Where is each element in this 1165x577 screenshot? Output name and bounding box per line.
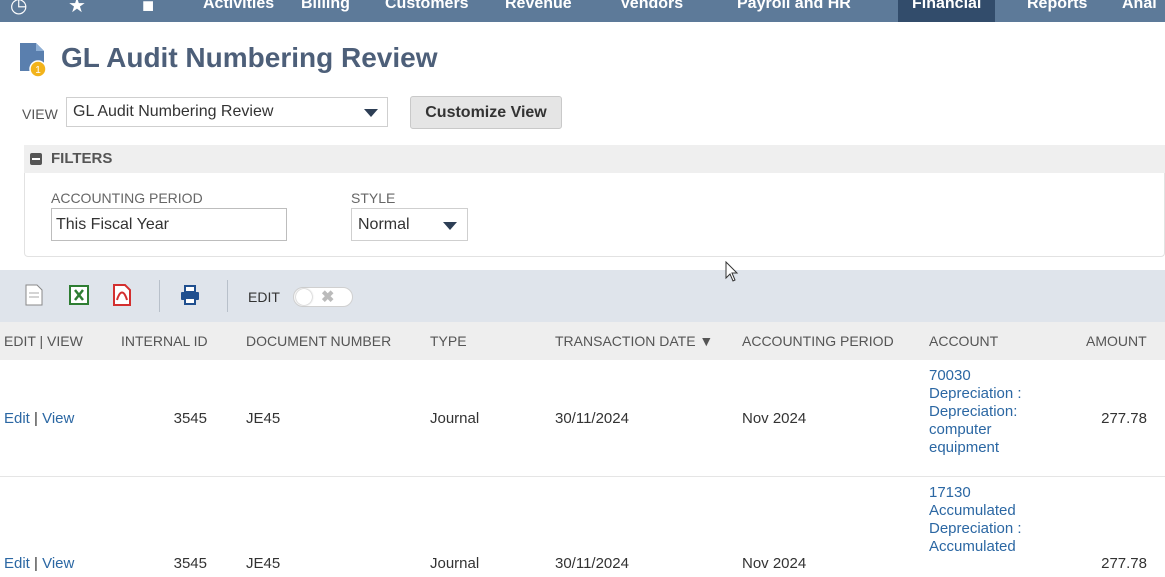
nav-item-billing[interactable]: Billing [301, 0, 350, 16]
view-link[interactable]: View [42, 555, 74, 572]
table-row: Edit | View 3545 JE45 Journal 30/11/2024… [0, 360, 1165, 477]
column-header-edit-view: EDIT | VIEW [4, 333, 83, 349]
table-header: EDIT | VIEW INTERNAL ID DOCUMENT NUMBER … [0, 322, 1165, 360]
edit-link[interactable]: Edit [4, 410, 30, 427]
accounting-period-field[interactable]: This Fiscal Year [51, 208, 287, 241]
accounting-period-label: ACCOUNTING PERIOD [51, 190, 203, 206]
edit-view-separator: | [34, 410, 38, 427]
toggle-knob [296, 289, 312, 305]
style-label: STYLE [351, 190, 396, 206]
style-select-value: Normal [358, 216, 410, 233]
transaction-date: 30/11/2024 [555, 555, 629, 572]
print-icon[interactable] [180, 284, 200, 306]
style-select[interactable]: Normal [351, 208, 468, 241]
column-header-internal-id[interactable]: INTERNAL ID [121, 333, 208, 349]
toolbar-divider [159, 280, 160, 312]
export-csv-icon[interactable] [24, 284, 44, 306]
nav-item-payroll-hr[interactable]: Payroll and HR [737, 0, 851, 16]
nav-item-vendors[interactable]: Vendors [620, 0, 683, 16]
results-toolbar: EDIT ✖ [0, 270, 1165, 322]
document-number: JE45 [246, 555, 281, 572]
svg-text:1: 1 [35, 65, 41, 76]
recent-clock-icon[interactable]: ◷ [10, 0, 27, 16]
accounting-period: Nov 2024 [742, 410, 807, 427]
filters-header[interactable]: FILTERS [24, 145, 1165, 173]
chevron-down-icon [364, 109, 378, 117]
account-link[interactable]: 17130 Accumulated Depreciation : Accumul… [929, 484, 1059, 556]
top-navigation: ◷ ★ ■ Activities Billing Customers Reven… [0, 0, 1165, 22]
column-header-transaction-date[interactable]: TRANSACTION DATE ▼ [555, 333, 713, 349]
filters-title: FILTERS [51, 150, 113, 167]
collapse-minus-icon[interactable] [30, 153, 42, 165]
column-header-accounting-period[interactable]: ACCOUNTING PERIOD [742, 333, 894, 349]
transaction-date: 30/11/2024 [555, 410, 629, 427]
nav-item-revenue[interactable]: Revenue [505, 0, 572, 16]
accounting-period: Nov 2024 [742, 555, 807, 572]
internal-id: 3545 [173, 410, 207, 427]
table-row: Edit | View 3545 JE45 Journal 30/11/2024… [0, 477, 1165, 577]
toolbar-divider [227, 280, 228, 312]
column-header-amount[interactable]: AMOUNT [1086, 333, 1147, 349]
view-label: VIEW [22, 106, 58, 122]
column-header-account[interactable]: ACCOUNT [929, 333, 998, 349]
column-header-document-number[interactable]: DOCUMENT NUMBER [246, 333, 391, 349]
page-document-icon: 1 [20, 43, 47, 78]
home-icon[interactable]: ■ [142, 0, 154, 16]
view-select[interactable]: GL Audit Numbering Review [66, 97, 388, 127]
amount: 277.78 [1101, 555, 1147, 572]
chevron-down-icon [443, 222, 457, 230]
nav-item-activities[interactable]: Activities [203, 0, 274, 16]
page-title: GL Audit Numbering Review [61, 42, 438, 73]
mouse-cursor-icon [725, 261, 739, 282]
edit-view-separator: | [34, 555, 38, 572]
view-select-value: GL Audit Numbering Review [73, 103, 274, 120]
edit-link[interactable]: Edit [4, 555, 30, 572]
edit-mode-toggle[interactable]: ✖ [293, 287, 353, 307]
nav-item-analytics[interactable]: Anal [1122, 0, 1157, 16]
nav-item-customers[interactable]: Customers [385, 0, 469, 16]
amount: 277.78 [1101, 410, 1147, 427]
document-number: JE45 [246, 410, 281, 427]
account-link[interactable]: 70030 Depreciation : Depreciation: compu… [929, 367, 1059, 457]
customize-view-button[interactable]: Customize View [410, 96, 562, 129]
transaction-type: Journal [430, 410, 480, 427]
internal-id: 3545 [173, 555, 207, 572]
close-x-icon: ✖ [321, 289, 335, 306]
column-header-type[interactable]: TYPE [430, 333, 467, 349]
accounting-period-value: This Fiscal Year [56, 216, 169, 233]
export-pdf-icon[interactable] [112, 284, 132, 306]
edit-toggle-label: EDIT [248, 289, 280, 305]
view-link[interactable]: View [42, 410, 74, 427]
transaction-type: Journal [430, 555, 480, 572]
nav-item-reports[interactable]: Reports [1027, 0, 1087, 16]
nav-item-financial[interactable]: Financial [898, 0, 996, 22]
favorites-star-icon[interactable]: ★ [68, 0, 86, 16]
export-excel-icon[interactable] [69, 284, 89, 306]
